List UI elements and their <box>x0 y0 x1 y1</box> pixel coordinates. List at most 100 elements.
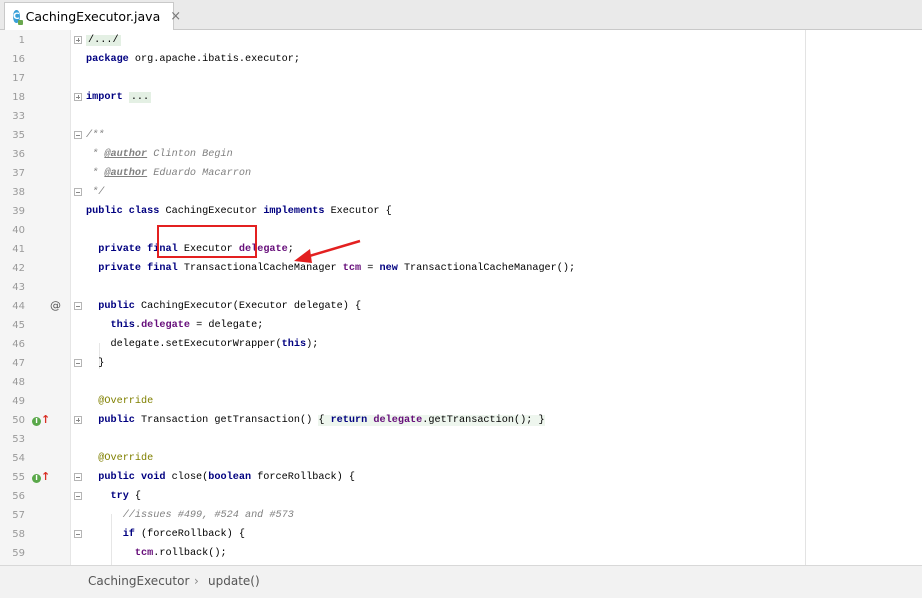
code-line[interactable]: 45 this.delegate = delegate; <box>0 316 922 335</box>
code-line[interactable]: 50 I ↑ public Transaction getTransaction()… <box>0 411 922 430</box>
code-line[interactable]: 41 private final Executor delegate; <box>0 240 922 259</box>
code-line[interactable]: 1 /.../ <box>0 31 922 50</box>
breadcrumb-class[interactable]: CachingExecutor <box>88 574 189 588</box>
collapse-fold-icon[interactable] <box>74 359 82 367</box>
code-text: */ <box>86 187 105 198</box>
breadcrumb-method[interactable]: update() <box>208 574 260 588</box>
highlight-box <box>157 225 257 258</box>
code-line[interactable]: 33 <box>0 107 922 126</box>
code-line[interactable]: 47 } <box>0 354 922 373</box>
line-number: 42 <box>12 263 25 274</box>
line-number: 56 <box>12 491 25 502</box>
code-text: @Override <box>98 396 154 407</box>
code-text: * @author Eduardo Macarron <box>86 168 252 179</box>
code-text: tcm.rollback(); <box>134 548 227 559</box>
breadcrumb: CachingExecutor › update() <box>0 565 922 598</box>
line-number: 49 <box>12 396 25 407</box>
line-number: 33 <box>12 111 25 122</box>
line-number: 54 <box>12 453 25 464</box>
code-line[interactable]: 44 @ public CachingExecutor(Executor dele… <box>0 297 922 316</box>
code-line[interactable]: 37 * @author Eduardo Macarron <box>0 164 922 183</box>
code-line[interactable]: 43 <box>0 278 922 297</box>
line-number: 48 <box>12 377 25 388</box>
code-line[interactable]: 40 <box>0 221 922 240</box>
line-number: 57 <box>12 510 25 521</box>
code-text: try { <box>110 491 142 502</box>
code-text: * @author Clinton Begin <box>86 149 233 160</box>
code-text: public CachingExecutor(Executor delegate… <box>98 301 362 312</box>
code-text: if (forceRollback) { <box>122 529 245 540</box>
line-number: 53 <box>12 434 25 445</box>
code-line[interactable]: 59 tcm.rollback(); <box>0 544 922 563</box>
code-text: public Transaction getTransaction() { re… <box>98 415 545 426</box>
line-number: 37 <box>12 168 25 179</box>
line-number: 45 <box>12 320 25 331</box>
line-number: 16 <box>12 54 25 65</box>
expand-fold-icon[interactable] <box>74 93 82 101</box>
line-number: 58 <box>12 529 25 540</box>
implements-method-icon[interactable]: I ↑ <box>32 471 50 483</box>
code-editor[interactable]: 1 /.../ 16 package org.apache.ibatis.execut… <box>0 30 922 565</box>
line-number: 47 <box>12 358 25 369</box>
code-line[interactable]: 54 @Override <box>0 449 922 468</box>
line-number: 18 <box>12 92 25 103</box>
collapse-fold-icon[interactable] <box>74 131 82 139</box>
code-text: /** <box>86 130 105 141</box>
code-line[interactable]: 39 public class CachingExecutor implement… <box>0 202 922 221</box>
code-line[interactable]: 48 <box>0 373 922 392</box>
code-line[interactable]: 38 */ <box>0 183 922 202</box>
code-text: this.delegate = delegate; <box>110 320 264 331</box>
code-text: public void close(boolean forceRollback)… <box>98 472 356 483</box>
line-number: 39 <box>12 206 25 217</box>
collapse-fold-icon[interactable] <box>74 473 82 481</box>
tab-label: CachingExecutor.java <box>25 9 161 24</box>
code-line[interactable]: 36 * @author Clinton Begin <box>0 145 922 164</box>
code-line[interactable]: 57 //issues #499, #524 and #573 <box>0 506 922 525</box>
line-number: 55 <box>12 472 25 483</box>
code-text: } <box>86 358 105 369</box>
line-number: 36 <box>12 149 25 160</box>
line-number: 41 <box>12 244 25 255</box>
code-text: package org.apache.ibatis.executor; <box>86 54 300 65</box>
class-c-icon: C <box>13 10 23 25</box>
code-text: @Override <box>98 453 154 464</box>
code-line[interactable]: 46 delegate.setExecutorWrapper(this); <box>0 335 922 354</box>
collapse-fold-icon[interactable] <box>74 302 82 310</box>
line-number: 1 <box>18 35 25 46</box>
line-number: 44 <box>12 301 25 312</box>
code-line[interactable]: 35 /** <box>0 126 922 145</box>
code-line[interactable]: 56 try { <box>0 487 922 506</box>
line-number: 35 <box>12 130 25 141</box>
overridden-by-icon[interactable]: @ <box>50 300 61 312</box>
code-line[interactable]: 17 <box>0 69 922 88</box>
line-number: 17 <box>12 73 25 84</box>
line-number: 38 <box>12 187 25 198</box>
tab-caching-executor[interactable]: C CachingExecutor.java × <box>4 2 181 30</box>
expand-fold-icon[interactable] <box>74 36 82 44</box>
code-text: /.../ <box>86 35 121 46</box>
code-text: //issues #499, #524 and #573 <box>122 510 294 521</box>
editor-tab-bar: C CachingExecutor.java × <box>0 0 922 30</box>
code-line[interactable]: 49 @Override <box>0 392 922 411</box>
breadcrumb-separator: › <box>194 574 199 588</box>
code-line[interactable]: 53 <box>0 430 922 449</box>
collapse-fold-icon[interactable] <box>74 188 82 196</box>
close-icon[interactable]: × <box>170 9 181 24</box>
implements-method-icon[interactable]: I ↑ <box>32 414 50 426</box>
line-number: 46 <box>12 339 25 350</box>
code-text: delegate.setExecutorWrapper(this); <box>86 339 319 350</box>
code-line[interactable]: 55 I ↑ public void close(boolean forceRoll… <box>0 468 922 487</box>
code-line[interactable]: 58 if (forceRollback) { <box>0 525 922 544</box>
line-number: 43 <box>12 282 25 293</box>
code-text: import ... <box>86 92 152 103</box>
line-number: 59 <box>12 548 25 559</box>
collapse-fold-icon[interactable] <box>74 530 82 538</box>
expand-fold-icon[interactable] <box>74 416 82 424</box>
code-line[interactable]: 18 import ... <box>0 88 922 107</box>
line-number: 40 <box>12 225 25 236</box>
code-line[interactable]: 16 package org.apache.ibatis.executor; <box>0 50 922 69</box>
collapse-fold-icon[interactable] <box>74 492 82 500</box>
line-number: 50 <box>12 415 25 426</box>
code-text: public class CachingExecutor implements … <box>86 206 392 217</box>
code-line[interactable]: 42 private final TransactionalCacheManag… <box>0 259 922 278</box>
